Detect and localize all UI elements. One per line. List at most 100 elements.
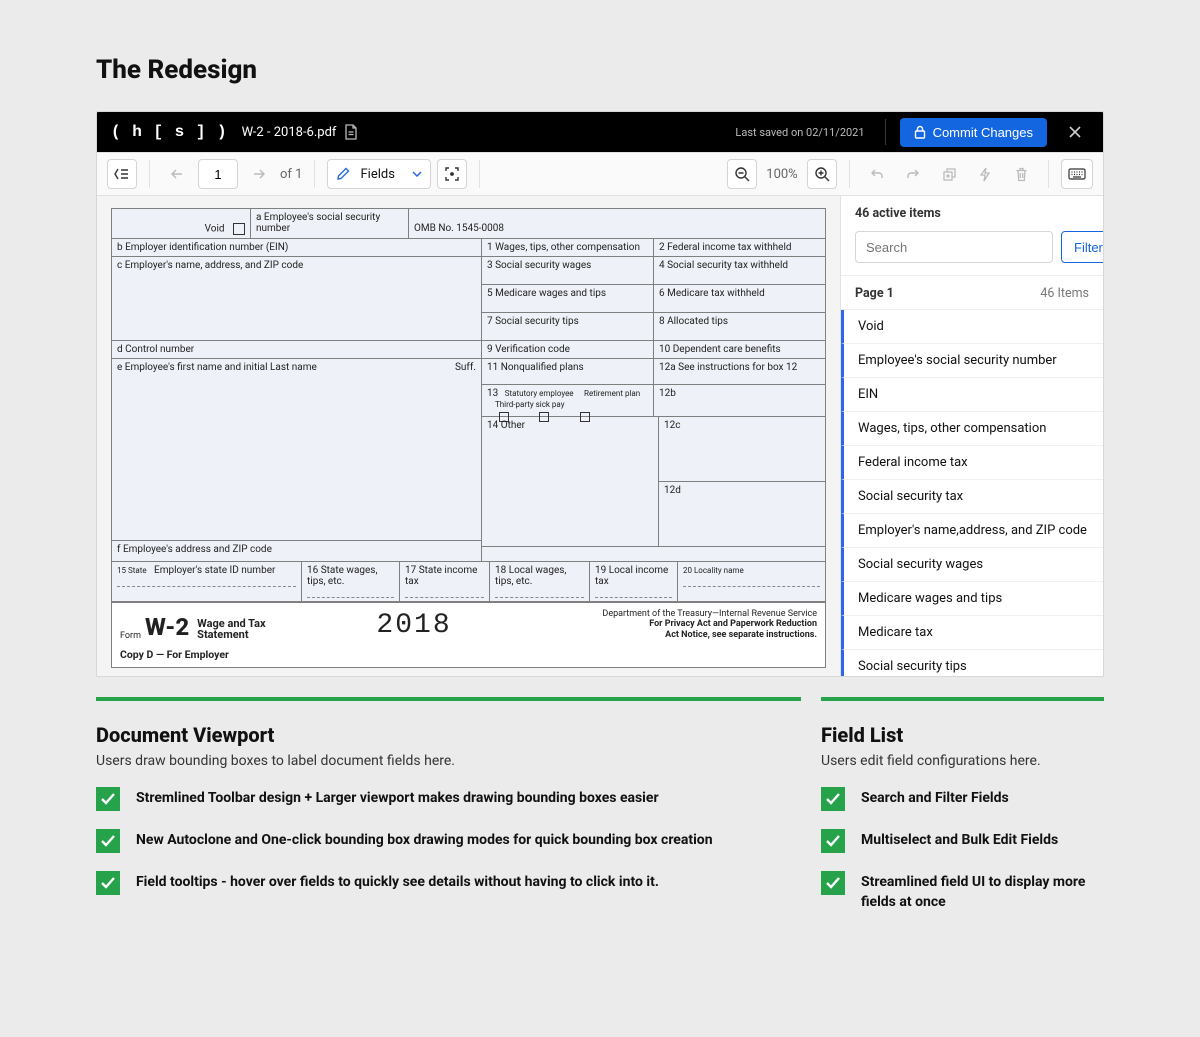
ann-fieldlist-title: Field List	[821, 723, 1104, 747]
box-7-label: 7 Social security tips	[487, 316, 579, 327]
field-item[interactable]: Social security wages	[841, 548, 1103, 582]
document-viewport[interactable]: Void a Employee's social security number…	[97, 196, 840, 676]
sidebar-toggle-button[interactable]	[107, 159, 137, 189]
box-3-label: 3 Social security wages	[487, 260, 591, 271]
zoom-level: 100%	[763, 167, 801, 182]
field-item[interactable]: Social security tax	[841, 480, 1103, 514]
ann-item-text: Field tooltips - hover over fields to qu…	[136, 871, 659, 893]
close-icon	[1068, 125, 1082, 139]
focus-button[interactable]	[437, 159, 467, 189]
zoom-in-button[interactable]	[807, 159, 837, 189]
ann-item-text: Search and Filter Fields	[861, 787, 1009, 809]
quickdraw-button[interactable]	[970, 159, 1000, 189]
file-name: W-2 - 2018-6.pdf	[242, 124, 359, 140]
mode-dropdown[interactable]: Fields	[327, 159, 431, 189]
page-input[interactable]	[198, 159, 238, 189]
app-window: ( h [ s ] ) W-2 - 2018-6.pdf Last saved …	[96, 111, 1104, 677]
close-button[interactable]	[1061, 118, 1089, 146]
field-list-panel: 46 active items Filters Page 1 46 Items …	[840, 196, 1103, 676]
lightning-icon	[979, 167, 991, 182]
delete-button[interactable]	[1006, 159, 1036, 189]
commit-button[interactable]: Commit Changes	[900, 118, 1047, 147]
page-prev-button[interactable]	[162, 159, 192, 189]
box-4-label: 4 Social security tax withheld	[659, 260, 788, 271]
ann-item-text: Multiselect and Bulk Edit Fields	[861, 829, 1058, 851]
ann-item-text: Stremlined Toolbar design + Larger viewp…	[136, 787, 659, 809]
box-14-label: 14 Other	[487, 420, 525, 431]
box-b-label: b Employer identification number (EIN)	[117, 242, 288, 253]
box-8-label: 8 Allocated tips	[659, 316, 728, 327]
field-item[interactable]: Federal income tax	[841, 446, 1103, 480]
autoclone-button[interactable]	[934, 159, 964, 189]
chevron-down-icon	[412, 171, 422, 177]
field-item[interactable]: EIN	[841, 378, 1103, 412]
box-e-label: e Employee's first name and initial Last…	[117, 362, 455, 373]
panel-page-label: Page 1	[855, 286, 894, 301]
box-1-label: 1 Wages, tips, other compensation	[487, 242, 640, 253]
sidebar-icon	[114, 167, 130, 181]
search-input[interactable]	[855, 231, 1053, 263]
void-checkbox	[233, 223, 245, 235]
box-12b-label: 12b	[659, 388, 676, 399]
box-18-label: 18 Local wages, tips, etc.	[495, 565, 566, 587]
box-16-label: 16 State wages, tips, etc.	[307, 565, 377, 587]
zoom-in-icon	[815, 167, 830, 182]
panel-page-count: 46 Items	[1040, 286, 1089, 301]
mode-label: Fields	[360, 167, 394, 182]
box-12c-label: 12c	[664, 420, 680, 431]
box-15b-label: Employer's state ID number	[154, 565, 275, 576]
check-icon	[96, 829, 120, 853]
copy-line: Copy D — For Employer	[112, 645, 825, 667]
field-item[interactable]: Employer's name,address, and ZIP code	[841, 514, 1103, 548]
form-year: 2018	[376, 610, 451, 641]
document-icon	[344, 124, 358, 140]
box-a-label: a Employee's social security number	[256, 212, 380, 234]
w2-word: W-2	[141, 613, 189, 641]
filters-button[interactable]: Filters	[1061, 231, 1103, 263]
ann-viewport-sub: Users draw bounding boxes to label docum…	[96, 753, 801, 769]
box-5-label: 5 Medicare wages and tips	[487, 288, 606, 299]
box-c-label: c Employer's name, address, and ZIP code	[117, 260, 303, 271]
box-13a-label: Statutory employee	[505, 389, 574, 398]
zoom-out-button[interactable]	[727, 159, 757, 189]
box-20-label: 20 Locality name	[683, 566, 744, 575]
ann-item-text: Streamlined field UI to display more fie…	[861, 871, 1104, 912]
keyboard-button[interactable]	[1061, 159, 1093, 189]
box-19-label: 19 Local income tax	[595, 565, 668, 587]
box-11-label: 11 Nonqualified plans	[487, 362, 584, 373]
page-next-button[interactable]	[244, 159, 274, 189]
dept-line1: Department of the Treasury—Internal Reve…	[602, 609, 817, 619]
box-10-label: 10 Dependent care benefits	[659, 344, 781, 355]
autoclone-icon	[942, 167, 957, 182]
field-list[interactable]: Void Employee's social security number E…	[841, 310, 1103, 676]
brand-logo: ( h [ s ] )	[111, 123, 228, 141]
suff-label: Suff.	[455, 362, 476, 373]
zoom-out-icon	[735, 167, 750, 182]
toolbar: of 1 Fields 100%	[97, 152, 1103, 196]
check-icon	[821, 787, 845, 811]
redo-icon	[906, 167, 920, 181]
box-15-label: 15 State	[117, 566, 147, 575]
ann-viewport-title: Document Viewport	[96, 723, 801, 747]
field-item[interactable]: Employee's social security number	[841, 344, 1103, 378]
ann-fieldlist-sub: Users edit field configurations here.	[821, 753, 1104, 769]
void-label: Void	[205, 224, 225, 235]
file-name-text: W-2 - 2018-6.pdf	[242, 125, 337, 140]
wts-line2: Statement	[197, 628, 248, 641]
field-item[interactable]: Medicare tax	[841, 616, 1103, 650]
commit-button-label: Commit Changes	[933, 125, 1033, 140]
check-icon	[96, 787, 120, 811]
undo-button[interactable]	[862, 159, 892, 189]
arrow-left-icon	[171, 168, 183, 180]
arrow-right-icon	[253, 168, 265, 180]
dept-line3: Act Notice, see separate instructions.	[665, 630, 817, 640]
redo-button[interactable]	[898, 159, 928, 189]
box-6-label: 6 Medicare tax withheld	[659, 288, 765, 299]
field-item[interactable]: Void	[841, 310, 1103, 344]
crosshair-icon	[444, 166, 460, 182]
box-f-label: f Employee's address and ZIP code	[117, 544, 272, 555]
box-13-label: 13	[487, 388, 498, 399]
field-item[interactable]: Medicare wages and tips	[841, 582, 1103, 616]
field-item[interactable]: Social security tips	[841, 650, 1103, 676]
field-item[interactable]: Wages, tips, other compensation	[841, 412, 1103, 446]
